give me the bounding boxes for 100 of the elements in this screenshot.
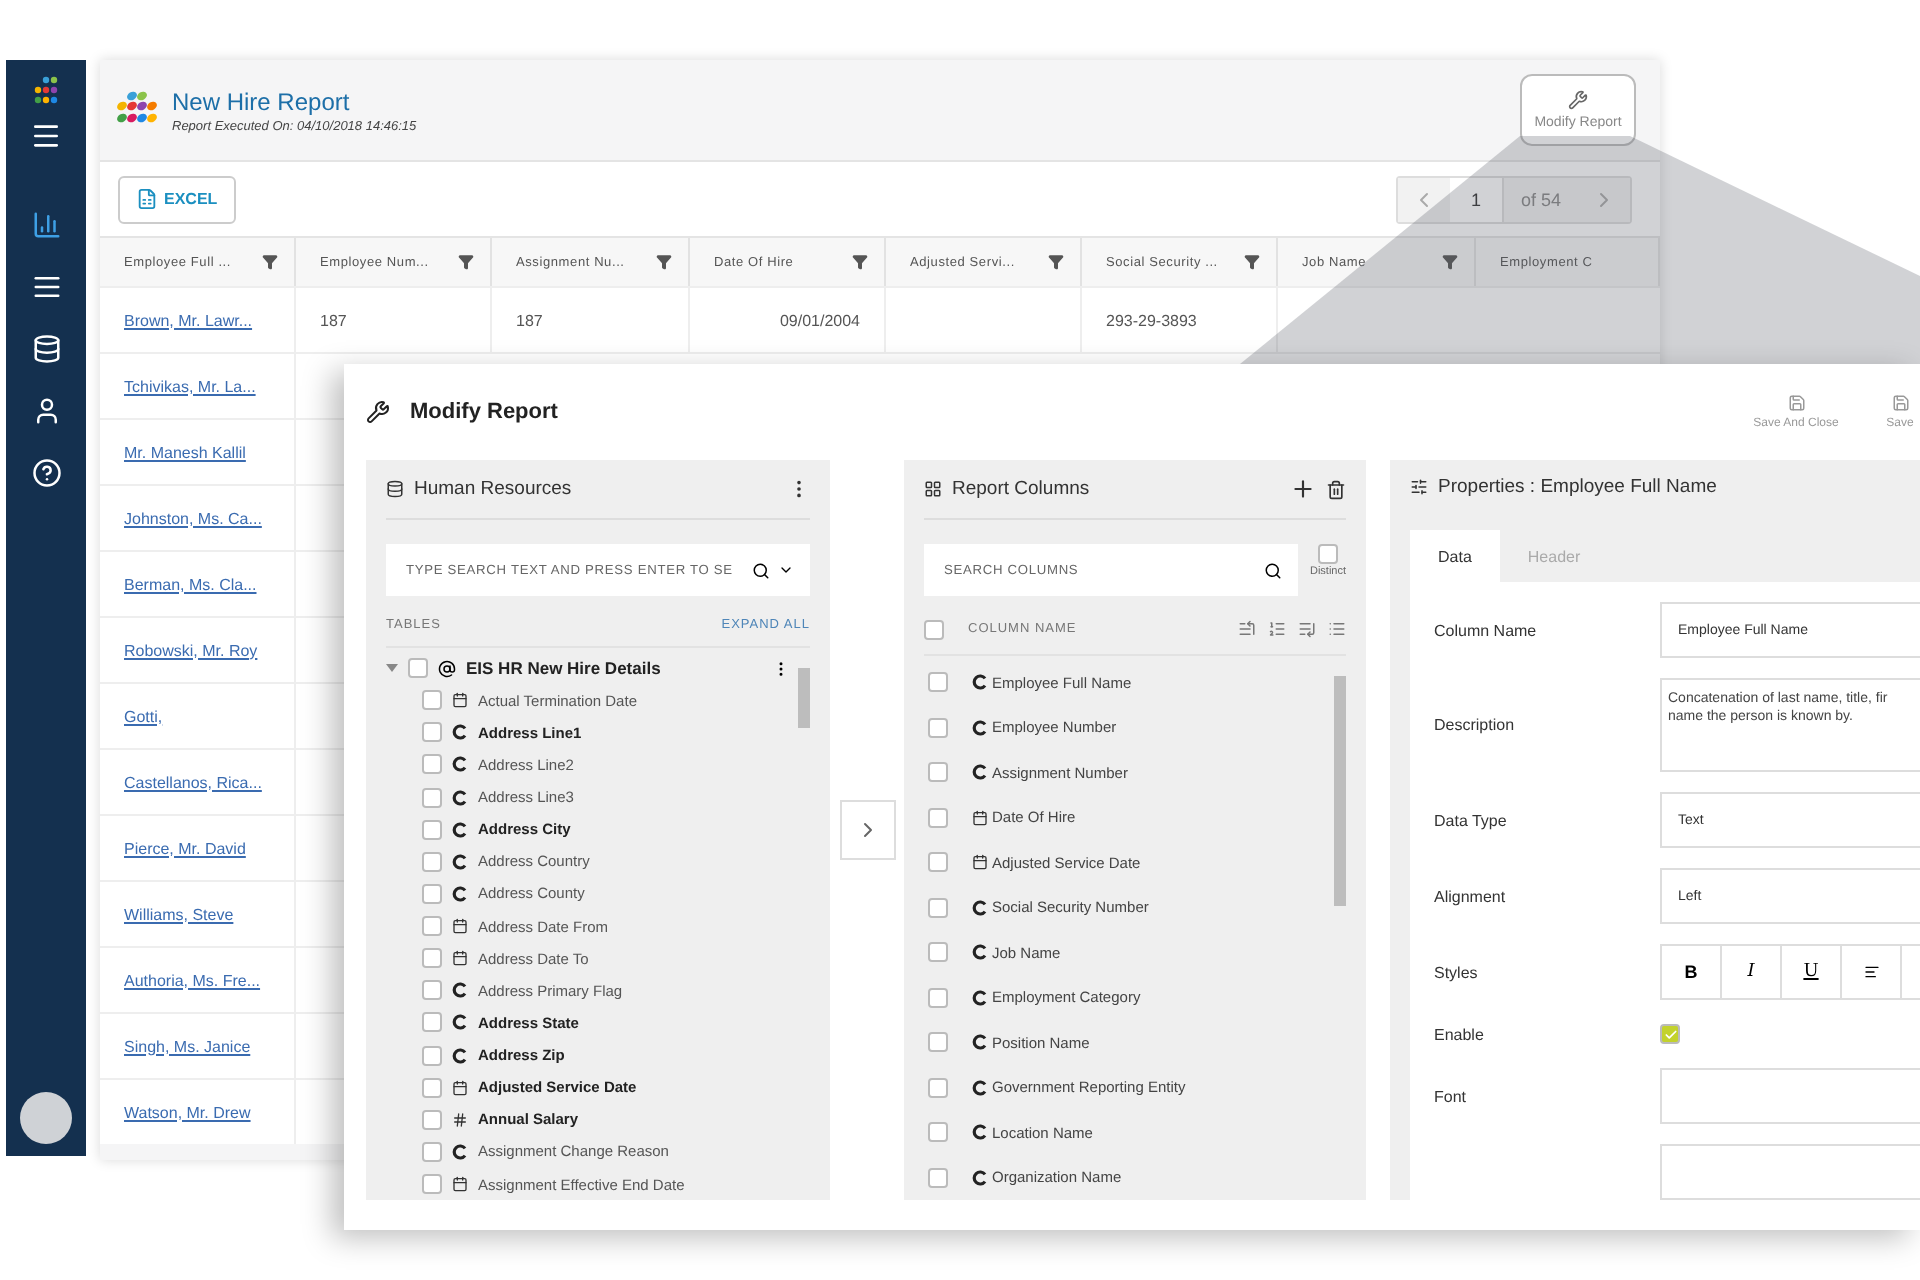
sort-icon[interactable] <box>1268 620 1286 638</box>
checkbox[interactable] <box>422 883 442 904</box>
employee-link[interactable]: Mr. Manesh Kallil <box>124 443 246 461</box>
employee-link[interactable]: Robowski, Mr. Roy <box>124 641 258 659</box>
filter-icon[interactable] <box>1048 254 1064 270</box>
employee-link[interactable]: Brown, Mr. Lawr... <box>124 311 253 329</box>
checkbox[interactable] <box>422 851 442 872</box>
field-label: Data Type <box>1434 811 1509 829</box>
checkbox[interactable] <box>928 717 948 738</box>
tab[interactable]: Data <box>1410 530 1500 582</box>
employee-link[interactable]: Gotti, <box>124 707 163 725</box>
checkbox[interactable] <box>924 619 944 639</box>
chart-icon[interactable] <box>31 210 61 240</box>
checkbox[interactable] <box>928 942 948 963</box>
employee-link[interactable]: Castellanos, Rica... <box>124 773 262 791</box>
filter-icon[interactable] <box>1244 254 1260 270</box>
employee-link[interactable]: Johnston, Ms. Ca... <box>124 509 262 527</box>
calendar-icon <box>452 950 468 967</box>
employee-link[interactable]: Singh, Ms. Janice <box>124 1037 251 1055</box>
checkbox[interactable] <box>422 1174 442 1195</box>
checkbox[interactable] <box>928 1077 948 1098</box>
checkbox[interactable] <box>422 1045 442 1066</box>
checkbox[interactable] <box>422 1109 442 1130</box>
employee-link[interactable]: Pierce, Mr. David <box>124 839 246 857</box>
checkbox[interactable] <box>422 1012 442 1033</box>
calendar-icon <box>452 918 468 935</box>
page-total: of 54 <box>1502 177 1578 221</box>
calendar-icon <box>972 854 988 871</box>
checkbox[interactable] <box>1660 1024 1680 1044</box>
employee-link[interactable]: Watson, Mr. Drew <box>124 1103 251 1121</box>
database-icon[interactable] <box>31 334 61 364</box>
filter-icon[interactable] <box>262 254 278 270</box>
checkbox[interactable] <box>928 1167 948 1188</box>
filter-icon[interactable] <box>458 254 474 270</box>
checkbox[interactable] <box>408 658 428 679</box>
filter-icon[interactable] <box>656 254 672 270</box>
checkbox[interactable] <box>422 819 442 840</box>
report-title: New Hire Report <box>172 87 352 115</box>
sort-icon[interactable] <box>1298 620 1316 638</box>
checkbox[interactable] <box>928 987 948 1008</box>
checkbox[interactable] <box>422 754 442 775</box>
input-field[interactable] <box>1660 1068 1920 1124</box>
user-icon[interactable] <box>31 396 61 426</box>
checkbox[interactable] <box>928 852 948 873</box>
checkbox[interactable] <box>928 1122 948 1143</box>
previous-page-button[interactable] <box>1398 177 1450 221</box>
checkbox[interactable] <box>422 1141 442 1162</box>
checkbox[interactable] <box>422 787 442 808</box>
move-right-button[interactable] <box>839 800 895 860</box>
tree-item[interactable]: EIS HR New Hire Details <box>466 658 661 679</box>
checkbox[interactable] <box>928 762 948 783</box>
calendar-icon <box>972 809 988 826</box>
table-cell: 187 <box>320 311 347 329</box>
field-label: Column Name <box>1434 621 1539 639</box>
excel-button[interactable]: EXCEL <box>118 175 236 223</box>
scrollbar-thumb[interactable] <box>798 668 810 728</box>
checkbox[interactable] <box>928 672 948 693</box>
employee-link[interactable]: Tchivikas, Mr. La... <box>124 377 256 395</box>
scrollbar-thumb[interactable] <box>1334 676 1346 906</box>
checkbox[interactable] <box>422 1077 442 1098</box>
checkbox[interactable] <box>422 916 442 937</box>
delete-icon[interactable] <box>1326 479 1346 499</box>
checkbox[interactable] <box>422 722 442 743</box>
checkbox[interactable] <box>928 897 948 918</box>
table-cell: 09/01/2004 <box>779 311 860 329</box>
logo-icon <box>30 76 62 104</box>
wrench-icon <box>366 400 390 424</box>
checkbox[interactable] <box>422 948 442 969</box>
text-field-icon <box>972 764 988 781</box>
table-cell: 187 <box>516 311 543 329</box>
text-field-icon <box>972 1079 988 1096</box>
help-icon[interactable] <box>31 458 61 488</box>
wrench-icon <box>1568 90 1588 110</box>
add-icon[interactable] <box>1290 476 1316 502</box>
checkbox[interactable] <box>1317 544 1338 564</box>
avatar[interactable] <box>20 1092 72 1144</box>
text-field-icon <box>972 944 988 961</box>
calendar-icon <box>452 1079 468 1096</box>
employee-link[interactable]: Berman, Ms. Cla... <box>124 575 257 593</box>
save-icon <box>1787 394 1805 412</box>
text-field-icon <box>452 1143 468 1160</box>
sliders-icon <box>1410 478 1428 497</box>
menu-icon[interactable] <box>30 119 62 151</box>
checkbox[interactable] <box>422 690 442 711</box>
checkbox[interactable] <box>422 980 442 1001</box>
filter-icon[interactable] <box>852 254 868 270</box>
next-page-button[interactable] <box>1578 177 1630 221</box>
list-icon[interactable] <box>31 272 61 302</box>
filter-icon[interactable] <box>1442 254 1458 270</box>
search-icon <box>1263 561 1282 579</box>
sort-icon[interactable] <box>1328 620 1346 638</box>
field-label: Styles <box>1434 963 1480 981</box>
employee-link[interactable]: Authoria, Ms. Fre... <box>124 971 261 989</box>
sort-icon[interactable] <box>1238 620 1256 638</box>
employee-link[interactable]: Williams, Steve <box>124 905 234 923</box>
input-field[interactable] <box>1660 1144 1920 1200</box>
calendar-icon <box>452 1176 468 1193</box>
checkbox[interactable] <box>928 1032 948 1053</box>
expand-caret-icon[interactable] <box>386 662 398 675</box>
checkbox[interactable] <box>928 807 948 828</box>
